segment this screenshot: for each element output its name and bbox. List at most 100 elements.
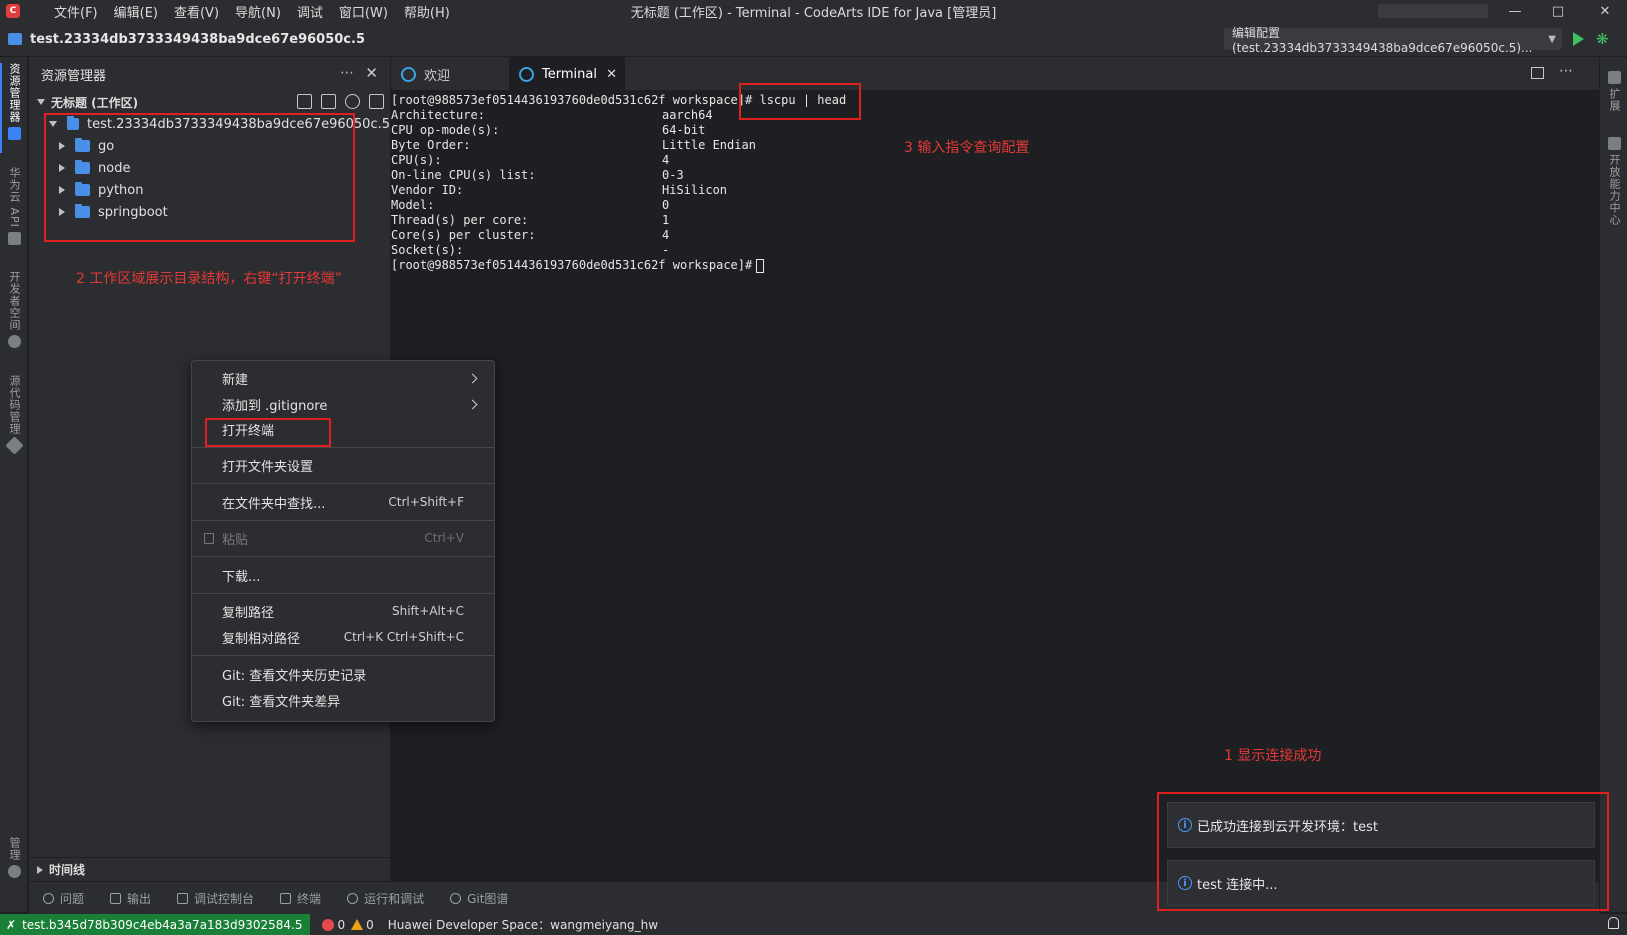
menu-item-open-folder-settings[interactable]: 打开文件夹设置 [192, 452, 494, 478]
row-value: 0-3 [662, 168, 684, 182]
split-editor-icon[interactable] [1531, 67, 1544, 79]
timeline-label: 时间线 [49, 863, 86, 877]
annotation-box-open-terminal [205, 418, 331, 447]
bug-icon [347, 892, 359, 904]
tab-terminal[interactable]: Terminal ✕ [509, 57, 625, 91]
more-icon[interactable]: ⋯ [1559, 63, 1573, 79]
title-bar: C 文件(F) 编辑(E) 查看(V) 导航(N) 调试 窗口(W) 帮助(H)… [0, 0, 1627, 22]
run-icon[interactable] [1573, 32, 1584, 46]
activity-extensions[interactable]: 扩展 [1600, 67, 1627, 112]
terminal-icon [280, 892, 292, 904]
gear-icon [7, 865, 21, 878]
activity-dev-space[interactable]: 开发者空间 [0, 271, 28, 348]
panel-tab-problems[interactable]: 问题 [43, 890, 84, 907]
source-control-icon [4, 436, 24, 455]
activity-manage-label: 管理 [8, 837, 21, 861]
menu-help[interactable]: 帮助(H) [396, 2, 458, 21]
workspace-label: 无标题 (工作区) [51, 95, 139, 110]
menu-item-download[interactable]: 下载... [192, 562, 494, 588]
project-name[interactable]: test.23334db3733349438ba9dce67e96050c.5 [30, 32, 365, 47]
panel-tab-output[interactable]: 输出 [110, 890, 151, 907]
menu-window[interactable]: 窗口(W) [331, 2, 396, 21]
activity-capability-center[interactable]: 开放能力中心 [1600, 133, 1627, 226]
menu-separator [192, 556, 494, 557]
row-key: On-line CPU(s) list: [391, 168, 536, 182]
chevron-right-icon [467, 399, 478, 409]
problems-status[interactable]: 0 0 [322, 918, 374, 932]
new-folder-icon[interactable] [321, 94, 336, 109]
menu-item-add-gitignore[interactable]: 添加到 .gitignore [192, 391, 494, 417]
annotation-step-2: 2 工作区域展示目录结构，右键“打开终端” [76, 271, 342, 287]
tab-welcome[interactable]: 欢迎 [391, 57, 508, 91]
workspace-section-header[interactable]: 无标题 (工作区) [29, 91, 390, 113]
menu-item-copy-relative-path[interactable]: 复制相对路径 Ctrl+K Ctrl+Shift+C [192, 624, 494, 650]
explorer-header: 资源管理器 ⋯ ✕ [29, 57, 390, 91]
terminal-row: Core(s) per cluster: 4 [391, 228, 669, 243]
refresh-icon[interactable] [345, 94, 360, 109]
minimize-icon[interactable]: — [1495, 0, 1535, 22]
bell-icon[interactable] [1608, 917, 1619, 929]
title-search-box[interactable] [1378, 4, 1488, 18]
run-config-select[interactable]: 编辑配置(test.23334db3733349438ba9dce67e9605… [1224, 26, 1562, 55]
clipboard-icon [204, 533, 214, 544]
panel-tab-git-graph[interactable]: Git图谱 [450, 890, 508, 907]
panel-tab-label: 调试控制台 [194, 891, 255, 906]
row-key: Architecture: [391, 108, 485, 122]
menu-item-git-history[interactable]: Git: 查看文件夹历史记录 [192, 661, 494, 687]
menu-separator [192, 483, 494, 484]
maximize-icon[interactable]: □ [1538, 0, 1578, 22]
activity-capability-center-label: 开放能力中心 [1608, 154, 1621, 226]
menu-item-label: 复制路径 [222, 605, 275, 621]
collapse-all-icon[interactable] [369, 94, 384, 109]
row-key: Thread(s) per core: [391, 213, 529, 227]
remote-indicator[interactable]: ✗ test.b345d78b309c4eb4a3a7a183d9302584.… [0, 914, 311, 935]
terminal-row: Byte Order: Little Endian [391, 138, 756, 153]
row-key: Model: [391, 198, 435, 212]
new-file-icon[interactable] [297, 94, 312, 109]
terminal-prompt: [root@988573ef0514436193760de0d531c62f w… [391, 93, 753, 107]
row-key: Core(s) per cluster: [391, 228, 536, 242]
developer-space-status[interactable]: Huawei Developer Space：wangmeiyang_hw [388, 916, 658, 933]
tab-terminal-label: Terminal [542, 66, 597, 82]
terminal-output[interactable]: [root@988573ef0514436193760de0d531c62f w… [391, 91, 1599, 881]
menu-separator [192, 447, 494, 448]
menu-item-git-diff[interactable]: Git: 查看文件夹差异 [192, 687, 494, 713]
panel-tab-label: 输出 [127, 891, 152, 906]
error-icon [322, 918, 335, 931]
activity-huawei-api[interactable]: 华为云 API [0, 167, 28, 245]
menu-item-label: 下载... [222, 569, 261, 585]
close-icon[interactable]: ✕ [606, 67, 617, 82]
extensions-icon [1607, 71, 1621, 84]
activity-explorer-label: 资源管理器 [8, 63, 21, 123]
tab-welcome-label: 欢迎 [424, 68, 451, 84]
menu-debug[interactable]: 调试 [289, 2, 331, 21]
row-value: 4 [662, 153, 670, 167]
panel-tab-terminal[interactable]: 终端 [280, 890, 321, 907]
menu-item-copy-path[interactable]: 复制路径 Shift+Alt+C [192, 598, 494, 624]
menu-file[interactable]: 文件(F) [46, 2, 106, 21]
panel-tab-debug-console[interactable]: 调试控制台 [177, 890, 254, 907]
activity-explorer[interactable]: 资源管理器 [0, 63, 28, 153]
more-icon[interactable]: ⋯ [340, 65, 354, 81]
chevron-down-icon [37, 99, 45, 105]
row-value: Little Endian [662, 138, 756, 152]
panel-tab-run-debug[interactable]: 运行和调试 [347, 890, 424, 907]
menu-item-new[interactable]: 新建 [192, 365, 494, 391]
menu-navigate[interactable]: 导航(N) [227, 2, 289, 21]
menu-edit[interactable]: 编辑(E) [106, 2, 166, 21]
row-key: CPU op-mode(s): [391, 123, 500, 137]
timeline-section-header[interactable]: 时间线 [29, 857, 390, 881]
chevron-right-icon [467, 373, 478, 383]
menu-item-shortcut: Ctrl+Shift+F [388, 495, 464, 509]
close-window-icon[interactable]: ✕ [1585, 0, 1625, 22]
debug-icon[interactable]: ❋ [1596, 30, 1609, 48]
menu-item-find-in-folder[interactable]: 在文件夹中查找... Ctrl+Shift+F [192, 489, 494, 515]
activity-manage[interactable]: 管理 [0, 837, 28, 878]
terminal-prompt: [root@988573ef0514436193760de0d531c62f w… [391, 258, 753, 272]
output-icon [110, 892, 122, 904]
close-icon[interactable]: ✕ [365, 64, 378, 82]
terminal-row: Thread(s) per core: 1 [391, 213, 669, 228]
terminal-row: Architecture: aarch64 [391, 108, 713, 123]
activity-source-control[interactable]: 源代码管理 [0, 375, 28, 455]
menu-view[interactable]: 查看(V) [166, 2, 227, 21]
